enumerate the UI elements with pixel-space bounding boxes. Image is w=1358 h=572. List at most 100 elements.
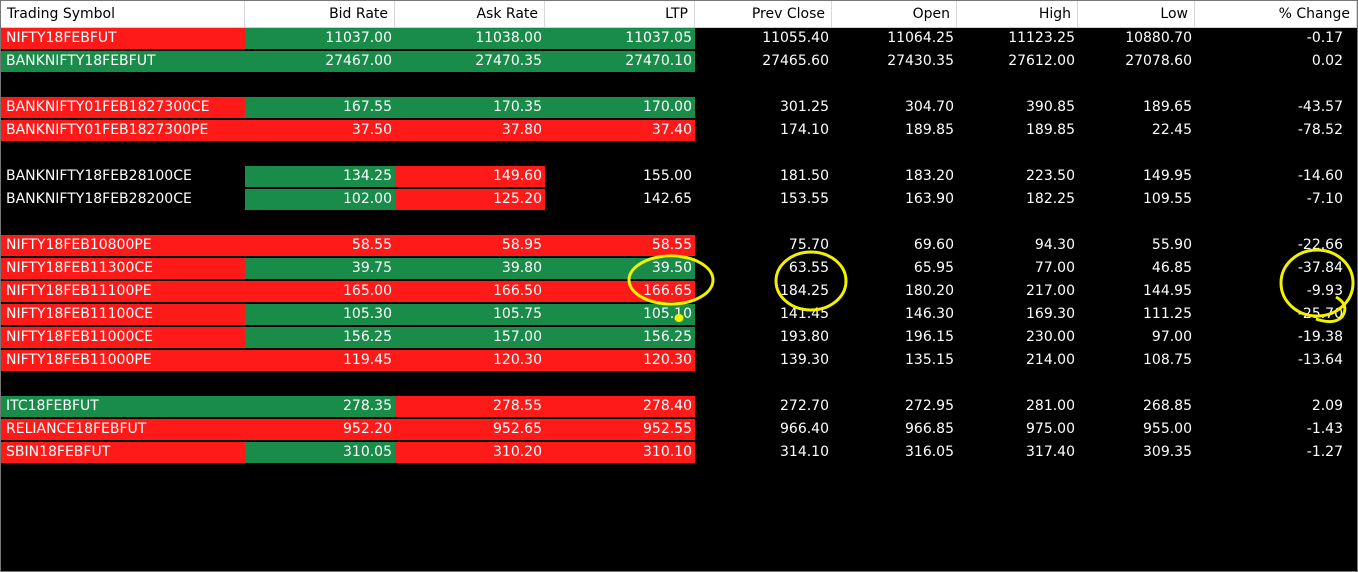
cell-low: 955.00	[1078, 419, 1195, 440]
column-header-percent-change[interactable]: % Change	[1195, 1, 1357, 27]
cell-bid-rate: 39.75	[245, 258, 395, 279]
cell-ask-rate: 125.20	[395, 189, 545, 210]
cell-percent-change: -43.57	[1195, 97, 1346, 118]
cell-bid-rate: 165.00	[245, 281, 395, 302]
cell-open: 189.85	[832, 120, 957, 141]
cell-trading-symbol: NIFTY18FEB10800PE	[1, 235, 245, 256]
cell-ltp: 37.40	[545, 120, 695, 141]
cell-bid-rate: 102.00	[245, 189, 395, 210]
cell-percent-change: 0.02	[1195, 51, 1346, 72]
cell-bid-rate: 37.50	[245, 120, 395, 141]
cell-prev-close: 301.25	[695, 97, 832, 118]
cell-percent-change: -0.17	[1195, 28, 1346, 49]
cell-open: 163.90	[832, 189, 957, 210]
quote-row[interactable]: NIFTY18FEB11000CE 156.25 157.00 156.25 193.8…	[1, 327, 1357, 350]
cell-ltp: 155.00	[545, 166, 695, 187]
column-header-low[interactable]: Low	[1078, 1, 1195, 27]
cell-high: 94.30	[957, 235, 1078, 256]
quotes-grid: NIFTY18FEBFUT 11037.00 11038.00 11037.05 110…	[1, 28, 1357, 571]
cell-prev-close: 272.70	[695, 396, 832, 417]
column-header-ltp[interactable]: LTP	[545, 1, 695, 27]
cell-ask-rate: 157.00	[395, 327, 545, 348]
column-header-high[interactable]: High	[957, 1, 1078, 27]
cell-open: 183.20	[832, 166, 957, 187]
cell-trading-symbol: RELIANCE18FEBFUT	[1, 419, 245, 440]
cell-trading-symbol: NIFTY18FEB11300CE	[1, 258, 245, 279]
cell-prev-close: 153.55	[695, 189, 832, 210]
cell-ltp: 27470.10	[545, 51, 695, 72]
cell-high: 975.00	[957, 419, 1078, 440]
cell-low: 22.45	[1078, 120, 1195, 141]
column-header-prev-close[interactable]: Prev Close	[695, 1, 832, 27]
cell-bid-rate: 58.55	[245, 235, 395, 256]
column-header-trading-symbol[interactable]: Trading Symbol	[1, 1, 245, 27]
cell-ask-rate: 39.80	[395, 258, 545, 279]
cell-bid-rate: 167.55	[245, 97, 395, 118]
cell-open: 27430.35	[832, 51, 957, 72]
cell-ask-rate: 149.60	[395, 166, 545, 187]
cell-percent-change: -14.60	[1195, 166, 1346, 187]
cell-percent-change: -78.52	[1195, 120, 1346, 141]
cell-percent-change: -1.27	[1195, 442, 1346, 463]
cell-trading-symbol: ITC18FEBFUT	[1, 396, 245, 417]
cell-percent-change: -7.10	[1195, 189, 1346, 210]
cell-prev-close: 174.10	[695, 120, 832, 141]
quote-row[interactable]: ITC18FEBFUT 278.35 278.55 278.40 272.70 272.9…	[1, 396, 1357, 419]
quote-row[interactable]: NIFTY18FEB11300CE 39.75 39.80 39.50 63.55 65.…	[1, 258, 1357, 281]
quote-row[interactable]: NIFTY18FEBFUT 11037.00 11038.00 11037.05 110…	[1, 28, 1357, 51]
cell-low: 108.75	[1078, 350, 1195, 371]
cell-high: 223.50	[957, 166, 1078, 187]
cell-prev-close: 184.25	[695, 281, 832, 302]
cell-bid-rate: 119.45	[245, 350, 395, 371]
column-header-open[interactable]: Open	[832, 1, 957, 27]
column-header-bid-rate[interactable]: Bid Rate	[245, 1, 395, 27]
quote-row[interactable]: NIFTY18FEB11100PE 165.00 166.50 166.65 184.2…	[1, 281, 1357, 304]
cell-percent-change: -9.93	[1195, 281, 1346, 302]
cell-prev-close: 314.10	[695, 442, 832, 463]
quote-row[interactable]: RELIANCE18FEBFUT 952.20 952.65 952.55 966.40…	[1, 419, 1357, 442]
cell-open: 135.15	[832, 350, 957, 371]
cell-prev-close: 75.70	[695, 235, 832, 256]
cell-ask-rate: 11038.00	[395, 28, 545, 49]
cell-bid-rate: 156.25	[245, 327, 395, 348]
cell-high: 27612.00	[957, 51, 1078, 72]
cell-percent-change: -1.43	[1195, 419, 1346, 440]
cell-high: 169.30	[957, 304, 1078, 325]
quote-row[interactable]: BANKNIFTY18FEB28200CE 102.00 125.20 142.65 1…	[1, 189, 1357, 212]
quote-row[interactable]: BANKNIFTY01FEB1827300CE 167.55 170.35 170.0…	[1, 97, 1357, 120]
quote-row[interactable]: NIFTY18FEB11000PE 119.45 120.30 120.30 139.3…	[1, 350, 1357, 373]
quote-row[interactable]: NIFTY18FEB11100CE 105.30 105.75 105.10 141.4…	[1, 304, 1357, 327]
cell-percent-change: -25.70	[1195, 304, 1346, 325]
cell-ask-rate: 170.35	[395, 97, 545, 118]
cell-trading-symbol: NIFTY18FEB11100PE	[1, 281, 245, 302]
cell-low: 144.95	[1078, 281, 1195, 302]
cell-ltp: 952.55	[545, 419, 695, 440]
cell-ltp: 11037.05	[545, 28, 695, 49]
cell-percent-change: -37.84	[1195, 258, 1346, 279]
quote-row[interactable]: SBIN18FEBFUT 310.05 310.20 310.10 314.10 316.…	[1, 442, 1357, 465]
cell-low: 109.55	[1078, 189, 1195, 210]
cell-low: 97.00	[1078, 327, 1195, 348]
quote-row[interactable]: BANKNIFTY01FEB1827300PE 37.50 37.80 37.40 17…	[1, 120, 1357, 143]
cell-ltp: 105.10	[545, 304, 695, 325]
cell-prev-close: 139.30	[695, 350, 832, 371]
quote-row[interactable]: NIFTY18FEB10800PE 58.55 58.95 58.55 75.70 69.…	[1, 235, 1357, 258]
cell-percent-change: -13.64	[1195, 350, 1346, 371]
quote-row[interactable]: BANKNIFTY18FEBFUT 27467.00 27470.35 27470.1…	[1, 51, 1357, 74]
cell-open: 304.70	[832, 97, 957, 118]
quote-row[interactable]: BANKNIFTY18FEB28100CE 134.25 149.60 155.00 1…	[1, 166, 1357, 189]
cell-ask-rate: 58.95	[395, 235, 545, 256]
cell-ask-rate: 27470.35	[395, 51, 545, 72]
cell-high: 189.85	[957, 120, 1078, 141]
column-header-ask-rate[interactable]: Ask Rate	[395, 1, 545, 27]
cell-high: 317.40	[957, 442, 1078, 463]
cell-open: 180.20	[832, 281, 957, 302]
cell-percent-change: 2.09	[1195, 396, 1346, 417]
cell-prev-close: 63.55	[695, 258, 832, 279]
cell-high: 77.00	[957, 258, 1078, 279]
cell-open: 316.05	[832, 442, 957, 463]
cell-open: 272.95	[832, 396, 957, 417]
cell-high: 182.25	[957, 189, 1078, 210]
cell-high: 214.00	[957, 350, 1078, 371]
cell-open: 966.85	[832, 419, 957, 440]
